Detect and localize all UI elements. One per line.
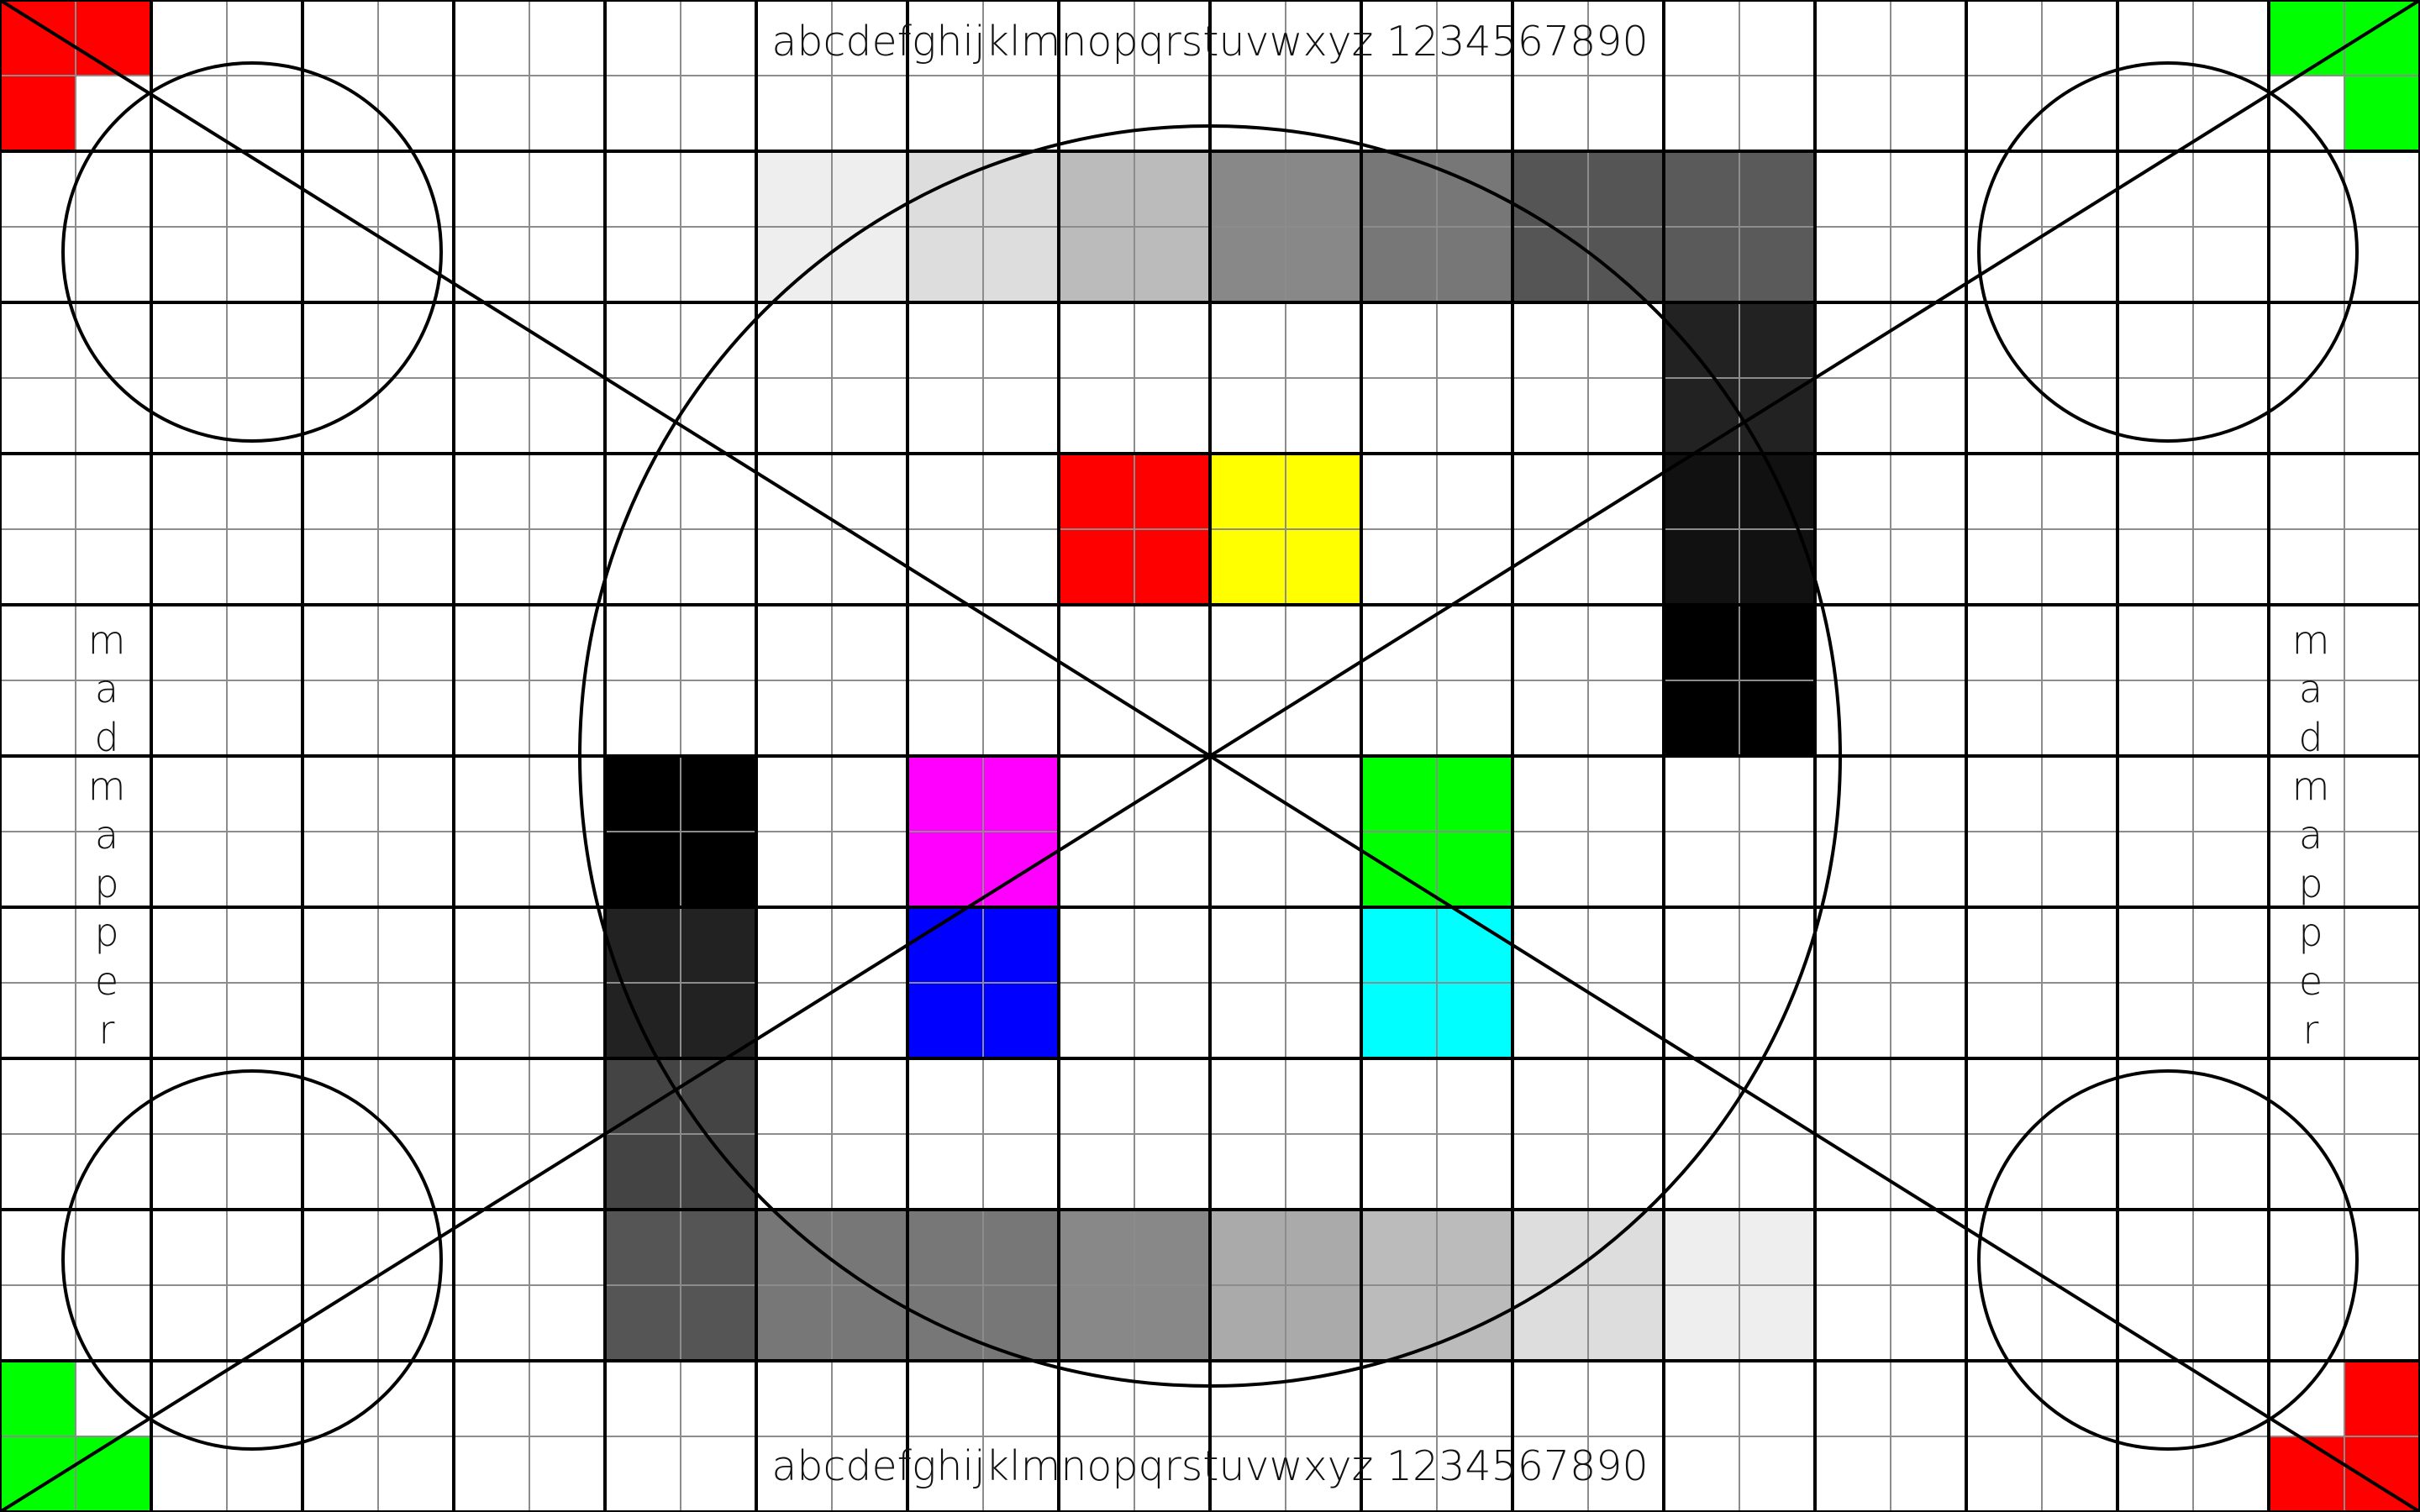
brand-letter: e <box>2299 958 2323 1004</box>
brand-letter: m <box>88 617 126 663</box>
brand-letter: p <box>94 861 118 906</box>
corner-marker-bottom-right <box>2344 1361 2420 1436</box>
corner-marker-top-left <box>0 0 76 76</box>
corner-marker-top-right <box>2344 0 2420 76</box>
brand-letter: a <box>2299 812 2323 858</box>
corner-marker-top-right <box>2344 76 2420 151</box>
corner-marker-bottom-right <box>2269 1436 2344 1512</box>
corner-marker-bottom-left <box>0 1361 76 1436</box>
brand-letter: a <box>95 812 118 858</box>
brand-letter: p <box>2298 861 2323 906</box>
brand-letter: a <box>2299 666 2323 711</box>
brand-letter: d <box>94 715 118 760</box>
corner-marker-top-left <box>0 76 76 151</box>
corner-marker-bottom-left <box>0 1436 76 1512</box>
projection-test-pattern: abcdefghijklmnopqrstuvwxyz 1234567890 ab… <box>0 0 2420 1512</box>
corner-marker-bottom-right <box>2344 1436 2420 1512</box>
brand-letter: e <box>95 958 118 1004</box>
brand-letter: r <box>99 1007 115 1053</box>
brand-letter: p <box>2298 910 2323 955</box>
brand-letter: r <box>2303 1007 2319 1053</box>
corner-marker-top-right <box>2269 0 2344 76</box>
brand-letter: a <box>95 666 118 711</box>
brand-letter: d <box>2298 715 2323 760</box>
brand-letter: m <box>2292 764 2330 809</box>
corner-marker-bottom-left <box>76 1436 151 1512</box>
test-pattern-canvas: abcdefghijklmnopqrstuvwxyz 1234567890 ab… <box>0 0 2420 1512</box>
top-alphabet-line: abcdefghijklmnopqrstuvwxyz 1234567890 <box>771 18 1648 66</box>
brand-letter: p <box>94 910 118 955</box>
bottom-alphabet-line: abcdefghijklmnopqrstuvwxyz 1234567890 <box>771 1442 1648 1490</box>
corner-marker-top-left <box>76 0 151 76</box>
brand-letter: m <box>2292 617 2330 663</box>
brand-letter: m <box>88 764 126 809</box>
